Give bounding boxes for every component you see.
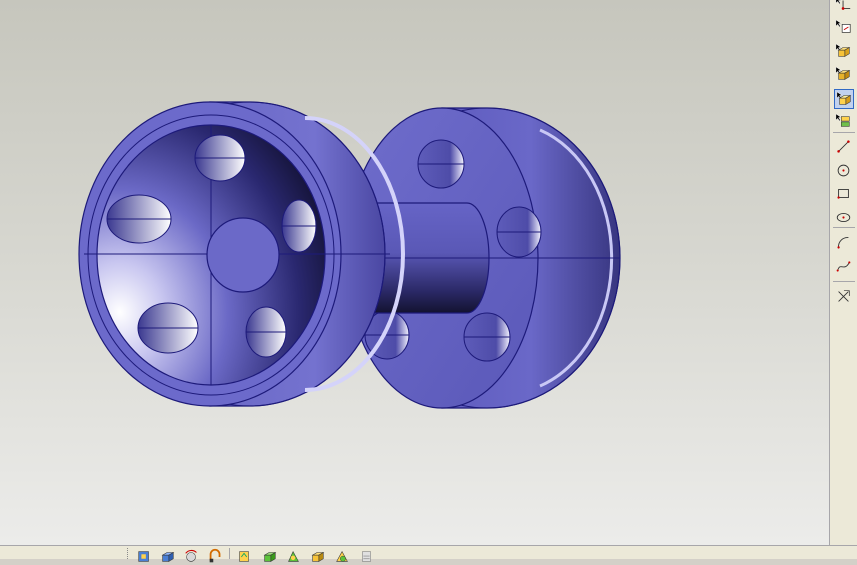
toolbar-separator [833, 132, 855, 133]
left-wheel[interactable] [78, 101, 405, 407]
right-toolbar-sketch-corner-button[interactable] [834, 0, 854, 15]
extrude-block-icon [835, 43, 851, 57]
axle [369, 202, 490, 314]
right-toolbar-circle-button[interactable] [834, 161, 854, 181]
bottom-toolbar-render-edge-button[interactable] [284, 547, 304, 562]
bottom-toolbar-view-front-button[interactable] [135, 547, 155, 562]
right-toolbar-rectangle-button[interactable] [834, 184, 854, 204]
right-toolbar-shaded-block-button[interactable] [834, 89, 854, 109]
3d-viewport[interactable] [0, 0, 829, 545]
multi-block-icon [835, 113, 850, 127]
toolbar-separator [229, 548, 230, 559]
left-wheel-hub [206, 217, 280, 293]
render-edge-icon [288, 550, 299, 562]
right-toolbar-arc-button[interactable] [834, 233, 854, 253]
right-toolbar-extrude-block-button[interactable] [834, 42, 854, 62]
right-toolbar-ellipse-button[interactable] [834, 208, 854, 228]
render-green-icon [263, 551, 277, 562]
bottom-toolbar-view-rotate-button[interactable] [182, 547, 202, 562]
right-toolbar-sketch-face-button[interactable] [834, 18, 854, 38]
bottom-toolbar-render-box-button[interactable] [308, 547, 328, 562]
bottom-toolbar-grip[interactable] [127, 548, 130, 559]
line-icon [837, 140, 850, 153]
arc-icon [837, 237, 849, 249]
render-box-icon [311, 551, 325, 562]
sketch-corner-icon [835, 0, 851, 10]
shaded-block-icon [836, 91, 852, 105]
rectangle-icon [837, 189, 849, 199]
bottom-toolbar-render-green-button[interactable] [260, 547, 280, 562]
right-toolbar-constraint-button[interactable] [834, 287, 854, 307]
ellipse-icon [836, 213, 851, 222]
right-toolbar-line-button[interactable] [834, 137, 854, 157]
right-toolbar-multi-block-button[interactable] [834, 112, 854, 132]
bottom-toolbar-view-fit-button[interactable] [206, 547, 226, 563]
right-toolbar-pocket-block-button[interactable] [834, 65, 854, 85]
bottom-toolbar-view-iso-button[interactable] [158, 547, 178, 562]
right-toolbar [829, 0, 857, 545]
right-toolbar-spline-button[interactable] [834, 257, 854, 277]
bottom-toolbar-render-shade-button[interactable] [235, 547, 255, 562]
bottom-toolbar-render-hidden-button[interactable] [333, 547, 353, 562]
bottom-toolbar-render-custom-button[interactable] [357, 547, 377, 562]
sketch-face-icon [835, 19, 851, 33]
toolbar-separator [833, 227, 855, 228]
pocket-block-icon [835, 66, 851, 80]
view-fit-icon [209, 548, 221, 563]
toolbar-separator [833, 281, 855, 282]
view-front-icon [138, 551, 149, 562]
view-iso-icon [161, 551, 175, 562]
view-rotate-icon [185, 549, 197, 562]
bottom-toolbar [0, 545, 857, 563]
render-custom-icon [362, 551, 371, 562]
3d-model-canvas[interactable] [0, 0, 829, 545]
constraint-icon [838, 290, 850, 302]
circle-icon [837, 164, 850, 177]
render-shade-icon [239, 551, 249, 562]
spline-icon [836, 261, 851, 272]
render-hidden-icon [336, 551, 348, 562]
